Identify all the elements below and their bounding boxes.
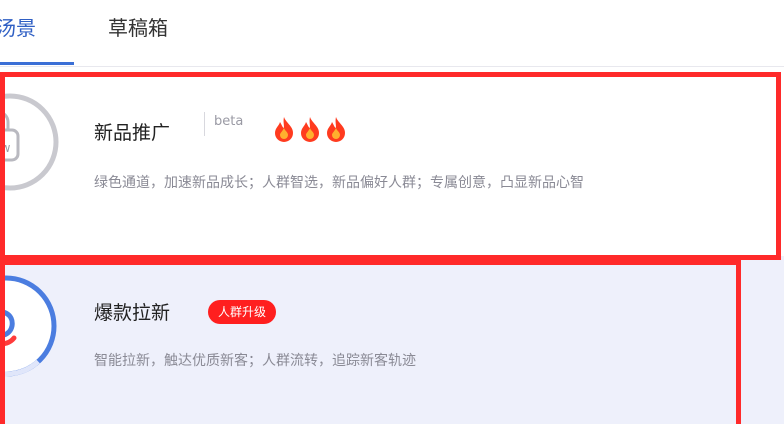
card-desc-new-product: 绿色通道，加速新品成长；人群智选，新品偏好人群；专属创意，凸显新品心智 [94,175,584,191]
hot-flames [272,116,348,142]
flame-icon [327,117,345,142]
upgrade-badge: 人群升级 [208,300,277,324]
bag-icon: new [0,92,60,192]
swirl-logo-icon [0,274,58,378]
svg-text:new: new [0,141,11,155]
card-title-hot-item: 爆款拉新 [94,302,171,324]
scene-page: 汤景 草稿箱 new 新品推广 beta [0,0,784,424]
tab-drafts-label: 草稿箱 [108,16,168,40]
flame-icon [301,117,319,142]
tab-drafts[interactable]: 草稿箱 [108,12,168,41]
tab-scene[interactable]: 汤景 [0,12,36,41]
beta-label: beta [214,114,244,129]
card-title-new-product: 新品推广 [94,122,171,144]
card-new-product-promo[interactable]: new 新品推广 beta 绿色通道，加速新品成长；人群智选，新品偏好人群；专属… [0,70,784,252]
divider [204,112,205,136]
card-hot-item-acquisition[interactable]: 爆款拉新 人群升级 智能拉新，触达优质新客；人群流转，追踪新客轨迹 [0,256,784,424]
card-desc-hot-item: 智能拉新，触达优质新客；人群流转，追踪新客轨迹 [94,353,416,369]
flame-icon [275,117,293,142]
tab-bar: 汤景 草稿箱 [0,0,784,67]
active-tab-indicator [0,62,74,65]
tab-scene-label: 汤景 [0,16,36,40]
